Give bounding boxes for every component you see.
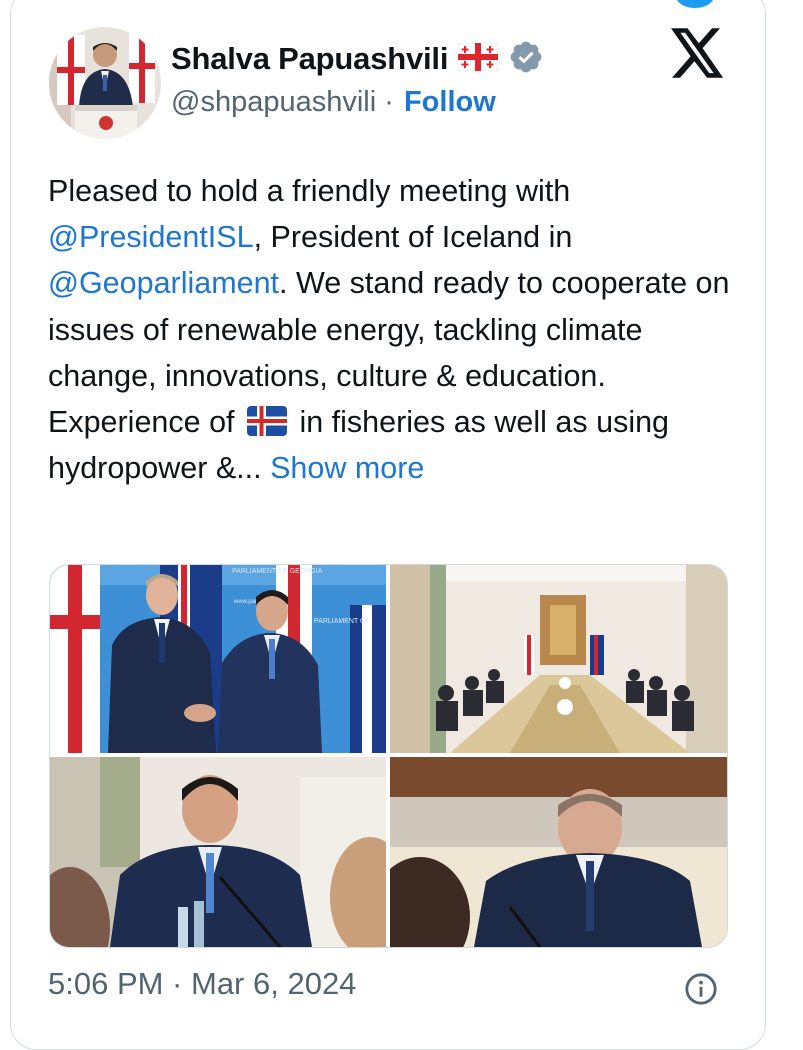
photo-meeting-room[interactable]	[390, 565, 727, 753]
handle-row: @shpapuashvili · Follow	[171, 86, 496, 119]
tweet-text: Pleased to hold a friendly meeting with …	[48, 168, 748, 491]
mention-president-isl[interactable]: @PresidentISL	[48, 220, 254, 254]
mention-geoparliament[interactable]: @Geoparliament	[48, 266, 279, 300]
author-name-row[interactable]: Shalva Papuashvili	[171, 38, 544, 80]
photo-speaker[interactable]	[50, 757, 386, 947]
avatar[interactable]	[49, 27, 161, 139]
separator: ·	[376, 86, 402, 118]
follow-button[interactable]: Follow	[404, 86, 496, 119]
tweet-text-part-2: , President of Iceland in	[253, 220, 573, 255]
info-icon[interactable]	[684, 972, 718, 1006]
parliament-sign-1: PARLIAMENT OF GEORGIA	[232, 568, 323, 575]
tweet-text-part-1: Pleased to hold a friendly meeting with	[48, 174, 571, 208]
verified-badge-icon[interactable]	[508, 39, 544, 80]
media-grid: PARLIAMENT OF GEORGIA PARLIAMENT OF www.…	[49, 564, 728, 948]
tweet-timestamp[interactable]: 5:06 PM · Mar 6, 2024	[48, 966, 356, 1002]
iceland-flag-icon	[246, 403, 287, 437]
georgia-flag-icon	[457, 42, 499, 76]
author-handle[interactable]: @shpapuashvili	[171, 86, 376, 119]
photo-president[interactable]	[390, 757, 727, 947]
x-logo-icon[interactable]	[671, 28, 725, 78]
show-more-link[interactable]: Show more	[262, 451, 424, 485]
parliament-sign-2: PARLIAMENT OF	[314, 618, 370, 625]
photo-handshake[interactable]: PARLIAMENT OF GEORGIA PARLIAMENT OF www.…	[50, 565, 386, 753]
author-name[interactable]: Shalva Papuashvili	[171, 41, 448, 77]
